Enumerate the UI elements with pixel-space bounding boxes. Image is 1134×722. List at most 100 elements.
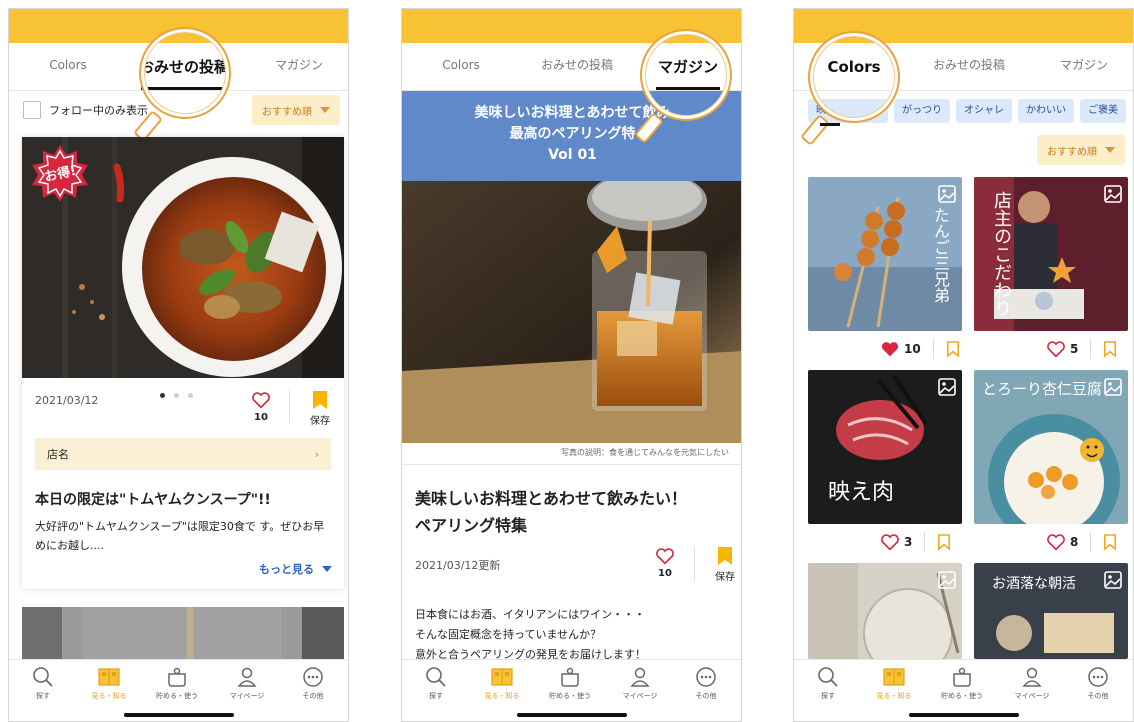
tab-magazine[interactable]: マガジン	[259, 43, 339, 91]
bookmark-outline-icon[interactable]	[946, 340, 960, 358]
more-icon	[303, 667, 323, 687]
search-icon	[33, 667, 53, 687]
chevron-down-icon	[320, 107, 330, 113]
photo-overlay-text: たんご三兄弟	[931, 207, 950, 303]
shop-link[interactable]: 店名 ›	[35, 438, 331, 470]
bookmark-outline-icon[interactable]	[1103, 533, 1117, 551]
category-chip[interactable]: かわいい	[1018, 99, 1074, 123]
follow-only-checkbox[interactable]	[23, 101, 41, 119]
bookmark-outline-icon[interactable]	[1103, 340, 1117, 358]
nav-label: 見る・知る	[91, 692, 127, 700]
sort-dropdown[interactable]: おすすめ順	[252, 95, 340, 125]
section-divider	[402, 464, 741, 465]
more-button[interactable]: もっと見る	[259, 561, 332, 577]
like-button[interactable]: 10	[650, 547, 680, 579]
magnifier-handle	[799, 114, 831, 146]
nav-search[interactable]: 探す	[406, 666, 466, 701]
image-icon	[938, 571, 956, 589]
card-actions: 3	[880, 532, 951, 552]
photo-card[interactable]: お酒落な朝活	[974, 563, 1128, 659]
magnifier-highlight	[640, 29, 732, 121]
more-label: もっと見る	[259, 563, 314, 576]
image-icon	[1104, 571, 1122, 589]
heart-icon[interactable]	[880, 533, 900, 551]
sort-dropdown[interactable]: おすすめ順	[1037, 135, 1125, 165]
tab-colors[interactable]: Colors	[426, 43, 496, 91]
nav-points[interactable]: 貯める・使う	[147, 666, 207, 701]
home-indicator	[516, 713, 627, 717]
nav-browse[interactable]: 見る・知る	[79, 666, 139, 701]
heart-icon[interactable]	[1046, 533, 1066, 551]
nav-browse[interactable]: 見る・知る	[864, 666, 924, 701]
nav-search[interactable]: 探す	[13, 666, 73, 701]
category-chip[interactable]: オシャレ	[956, 99, 1012, 123]
magnifier-highlight	[808, 31, 900, 123]
photo-overlay-text: とろーり杏仁豆腐	[982, 380, 1103, 398]
like-count: 10	[904, 342, 921, 356]
sort-dropdown-label: おすすめ順	[262, 106, 312, 118]
nav-label: その他	[695, 692, 717, 700]
carousel-dot[interactable]	[174, 393, 179, 398]
pot-icon	[561, 667, 579, 687]
heart-filled-icon[interactable]	[880, 340, 900, 358]
nav-label: マイページ	[622, 692, 658, 700]
nav-label: 貯める・使う	[941, 692, 983, 700]
nav-label: 探す	[36, 692, 50, 700]
nav-more[interactable]: その他	[283, 666, 343, 701]
bottom-nav: 探す 見る・知る 貯める・使う マイページ その他	[9, 659, 348, 721]
magnifier-highlight	[139, 27, 231, 119]
card-actions: 8	[1046, 532, 1117, 552]
follow-only-filter[interactable]: フォロー中のみ表示	[23, 99, 148, 121]
post-card[interactable]: お得! 2021/03/12 10 保存 店名 › 本日の限定は"トムヤムクンス…	[22, 137, 344, 589]
bookmark-icon	[718, 547, 732, 565]
category-chip[interactable]: ご褒美	[1080, 99, 1126, 123]
chevron-right-icon: ›	[314, 447, 319, 461]
book-icon	[883, 668, 905, 686]
photo-card[interactable]: とろーり杏仁豆腐	[974, 370, 1128, 524]
nav-mypage[interactable]: マイページ	[217, 666, 277, 701]
article-title-line: 美味しいお料理とあわせて飲みたい！	[415, 489, 688, 508]
person-icon	[630, 667, 650, 687]
tab-magazine[interactable]: マガジン	[1044, 43, 1124, 91]
nav-more[interactable]: その他	[676, 666, 736, 701]
photo-card[interactable]: たんご三兄弟	[808, 177, 962, 331]
carousel-dot[interactable]	[160, 393, 165, 398]
action-divider	[932, 339, 934, 359]
tab-colors[interactable]: Colors	[33, 43, 103, 91]
nav-points[interactable]: 貯める・使う	[540, 666, 600, 701]
nav-label: 貯める・使う	[549, 692, 591, 700]
like-button[interactable]: 10	[246, 391, 276, 423]
sort-dropdown-label: おすすめ順	[1047, 146, 1097, 158]
bookmark-outline-icon[interactable]	[937, 533, 951, 551]
photo-card[interactable]	[808, 563, 962, 659]
photo-card[interactable]: 店主のこだわり	[974, 177, 1128, 331]
heart-icon[interactable]	[1046, 340, 1066, 358]
tab-shop-posts[interactable]: おみせの投稿	[522, 43, 632, 91]
photo-card[interactable]: 映え肉	[808, 370, 962, 524]
phone-screen-colors: Colors おみせの投稿 マガジン 映 がっつり オシャレ かわいい ご褒美 …	[793, 8, 1134, 722]
like-count: 3	[904, 535, 913, 549]
save-button[interactable]: 保存	[710, 547, 740, 583]
action-divider	[289, 391, 290, 423]
nav-label: 見る・知る	[484, 692, 520, 700]
magazine-hero-image[interactable]	[402, 181, 741, 443]
next-post-card[interactable]	[22, 607, 344, 667]
book-icon	[98, 668, 120, 686]
like-count: 5	[1070, 342, 1079, 356]
phone-screen-magazine: Colors おみせの投稿 マガジン 美味しいお料理とあわせて飲み 最高のペアリ…	[401, 8, 742, 722]
nav-search[interactable]: 探す	[798, 666, 858, 701]
nav-label: その他	[302, 692, 324, 700]
post-image-curry[interactable]: お得!	[22, 137, 344, 378]
nav-more[interactable]: その他	[1068, 666, 1128, 701]
nav-browse[interactable]: 見る・知る	[472, 666, 532, 701]
book-icon	[491, 668, 513, 686]
post-title: 本日の限定は"トムヤムクンスープ"!!	[35, 492, 271, 508]
nav-label: 見る・知る	[876, 692, 912, 700]
tab-shop-posts[interactable]: おみせの投稿	[914, 43, 1024, 91]
nav-mypage[interactable]: マイページ	[1002, 666, 1062, 701]
nav-points[interactable]: 貯める・使う	[932, 666, 992, 701]
save-button[interactable]: 保存	[305, 391, 335, 427]
category-chip[interactable]: がっつり	[894, 99, 950, 123]
nav-mypage[interactable]: マイページ	[610, 666, 670, 701]
carousel-dot[interactable]	[188, 393, 193, 398]
